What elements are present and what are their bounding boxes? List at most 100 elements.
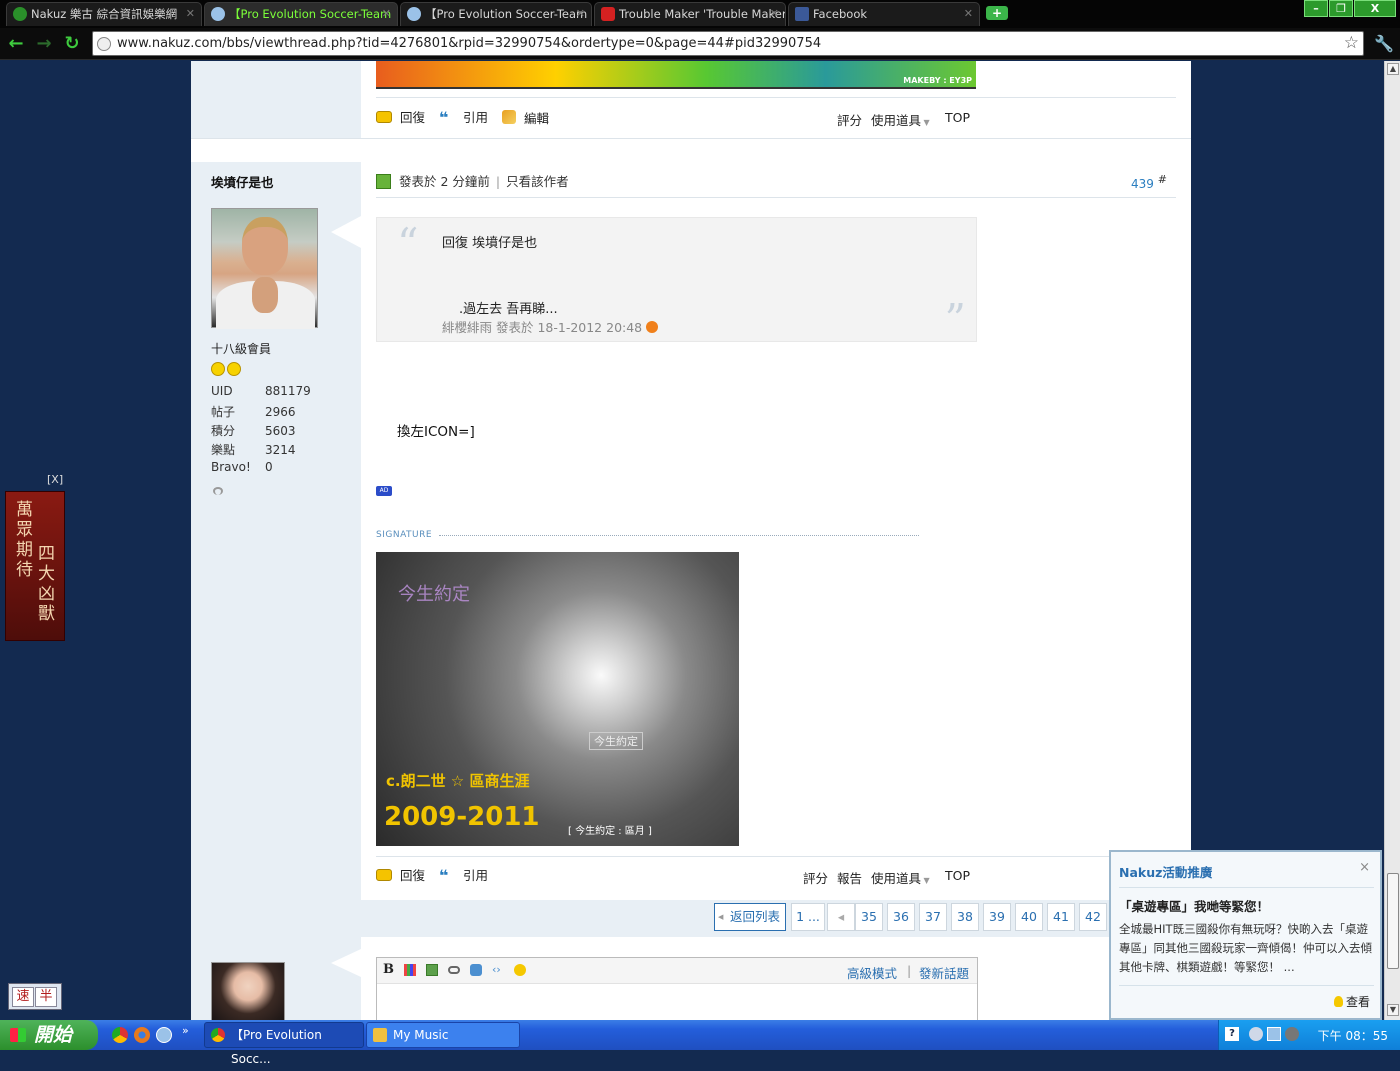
tab-nakuz-home[interactable]: Nakuz 樂古 綜合資訊娛樂網 ✕ — [6, 2, 202, 26]
only-author-link[interactable]: 只看該作者 — [506, 174, 569, 189]
prev-top-link[interactable]: TOP — [945, 110, 970, 125]
address-bar[interactable]: www.nakuz.com/bbs/viewthread.php?tid=427… — [92, 31, 1364, 56]
edit-label: 編輯 — [524, 111, 550, 126]
quote-bubble-icon[interactable] — [470, 964, 482, 976]
chevron-down-icon: ▼ — [921, 876, 930, 885]
current-user-avatar[interactable] — [211, 962, 285, 1020]
promo-title[interactable]: 「桌遊專區」我哋等緊您！ — [1119, 896, 1269, 915]
tab-youtube-trouble-maker[interactable]: Trouble Maker 'Trouble Maker' ✕ — [594, 2, 786, 26]
page-41[interactable]: 41 — [1047, 903, 1075, 931]
avatar-hands — [252, 277, 278, 313]
back-tray-icon[interactable] — [1249, 1027, 1263, 1041]
tools-dropdown[interactable]: 使用道具 ▼ — [871, 868, 930, 887]
taskbar-button-chrome[interactable]: 【Pro Evolution Socc... — [204, 1022, 364, 1066]
wrench-menu-icon[interactable]: 🔧 — [1374, 34, 1394, 53]
jump-to-post-icon[interactable] — [646, 321, 659, 333]
firefox-quicklaunch-icon[interactable] — [134, 1027, 150, 1043]
scrollbar-thumb[interactable] — [1387, 873, 1399, 969]
volume-icon[interactable] — [1285, 1027, 1299, 1041]
sidebar-notch — [331, 216, 361, 248]
tab-label: 【Pro Evolution Soccer-Team — [229, 7, 392, 21]
back-to-list-button[interactable]: 返回列表 — [714, 903, 786, 931]
stat-value: 5603 — [265, 424, 296, 438]
vertical-scrollbar[interactable]: ▲ ▼ — [1384, 61, 1400, 1020]
tab-strip: Nakuz 樂古 綜合資訊娛樂網 ✕ 【Pro Evolution Soccer… — [0, 0, 1400, 28]
stat-label: 樂點 — [211, 443, 236, 457]
author-status-icon — [376, 174, 391, 189]
close-tab-icon[interactable]: ✕ — [964, 3, 973, 25]
page-39[interactable]: 39 — [983, 903, 1011, 931]
divider — [376, 97, 1176, 98]
network-icon[interactable] — [1267, 1027, 1281, 1041]
close-tab-icon[interactable]: ✕ — [576, 3, 585, 25]
close-icon[interactable]: × — [1359, 860, 1370, 875]
scroll-down-arrow-icon[interactable]: ▼ — [1387, 1004, 1399, 1016]
restore-button[interactable]: ❐ — [1329, 0, 1353, 17]
ime-mode-button[interactable]: 速 — [12, 987, 34, 1007]
page-40[interactable]: 40 — [1015, 903, 1043, 931]
chevron-down-icon: ▼ — [921, 118, 930, 127]
forward-arrow-icon[interactable]: → — [34, 34, 54, 54]
system-clock[interactable]: 下午 08：55 — [1318, 1027, 1388, 1044]
page-38[interactable]: 38 — [951, 903, 979, 931]
new-tab-button[interactable]: + — [986, 6, 1008, 20]
ime-width-button[interactable]: 半 — [35, 987, 57, 1007]
quote-icon: ❝ — [439, 866, 449, 885]
ad-text: 四大凶獸 — [38, 544, 55, 624]
left-float-ad[interactable]: 萬眾期待 四大凶獸 — [5, 491, 65, 641]
link-icon[interactable] — [448, 966, 460, 974]
reload-icon[interactable]: ↻ — [62, 34, 82, 54]
new-topic-link[interactable]: 發新話題 — [919, 963, 969, 982]
chrome-quicklaunch-icon[interactable] — [112, 1027, 128, 1043]
start-button[interactable]: 開始 — [0, 1020, 98, 1050]
reply-button[interactable]: 回復 — [376, 868, 425, 884]
page-42[interactable]: 42 — [1079, 903, 1107, 931]
code-icon[interactable]: ‹› — [492, 963, 501, 976]
tab-pes-team-active[interactable]: 【Pro Evolution Soccer-Team ✕ — [204, 2, 398, 26]
help-icon[interactable]: ? — [1225, 1027, 1239, 1041]
quicklaunch-more-icon[interactable]: » — [182, 1024, 189, 1037]
ad-badge-icon[interactable]: AD — [376, 486, 392, 496]
page-36[interactable]: 36 — [887, 903, 915, 931]
url-text[interactable]: www.nakuz.com/bbs/viewthread.php?tid=427… — [117, 32, 821, 55]
page-35[interactable]: 35 — [855, 903, 883, 931]
prev-page-arrow-icon[interactable]: ◂ — [827, 903, 855, 931]
quick-reply-editor[interactable]: B ‹› 高級模式 | 發新話題 — [376, 957, 978, 1020]
advanced-mode-link[interactable]: 高級模式 — [847, 963, 897, 982]
page-first[interactable]: 1 ... — [791, 903, 825, 931]
tab-facebook[interactable]: Facebook ✕ — [788, 2, 980, 26]
tab-pes-team[interactable]: 【Pro Evolution Soccer-Team ✕ — [400, 2, 592, 26]
rate-button[interactable]: 評分 — [803, 868, 828, 887]
close-tab-icon[interactable]: ✕ — [382, 3, 391, 25]
close-tab-icon[interactable]: ✕ — [186, 3, 195, 25]
prev-quote-button[interactable]: ❝ 引用 — [439, 110, 488, 126]
promo-view-link[interactable]: 查看 — [1334, 993, 1370, 1010]
top-link[interactable]: TOP — [945, 868, 970, 883]
color-icon[interactable] — [404, 964, 416, 976]
post-floor-number[interactable]: 439 # — [1131, 173, 1167, 191]
taskbar-button-my-music[interactable]: My Music — [366, 1022, 520, 1048]
minimize-button[interactable]: – — [1304, 0, 1328, 17]
prev-reply-button[interactable]: 回復 — [376, 110, 425, 126]
page-37[interactable]: 37 — [919, 903, 947, 931]
smiley-icon[interactable] — [514, 964, 526, 976]
reply-icon — [376, 869, 392, 881]
page-info-icon[interactable] — [97, 37, 111, 51]
report-button[interactable]: 報告 — [837, 868, 862, 887]
prev-tools-dropdown[interactable]: 使用道具 ▼ — [871, 110, 930, 129]
back-arrow-icon[interactable]: ← — [6, 34, 26, 54]
close-tab-icon[interactable]: ✕ — [770, 3, 779, 25]
quote-button[interactable]: ❝ 引用 — [439, 868, 488, 884]
ime-toolbar[interactable]: 速半 — [8, 983, 62, 1010]
ad-close-button[interactable]: [X] — [47, 473, 63, 486]
image-icon[interactable] — [426, 964, 438, 976]
author-avatar[interactable] — [211, 208, 318, 329]
prev-edit-button[interactable]: 編輯 — [502, 110, 549, 127]
post-author-name[interactable]: 埃墳仔是也 — [211, 172, 274, 191]
bold-icon[interactable]: B — [383, 962, 394, 977]
bookmark-star-icon[interactable]: ☆ — [1344, 32, 1359, 55]
scroll-up-arrow-icon[interactable]: ▲ — [1387, 63, 1399, 75]
prev-rate-button[interactable]: 評分 — [837, 110, 862, 129]
close-window-button[interactable]: X — [1354, 0, 1396, 17]
ie-quicklaunch-icon[interactable] — [156, 1027, 172, 1043]
